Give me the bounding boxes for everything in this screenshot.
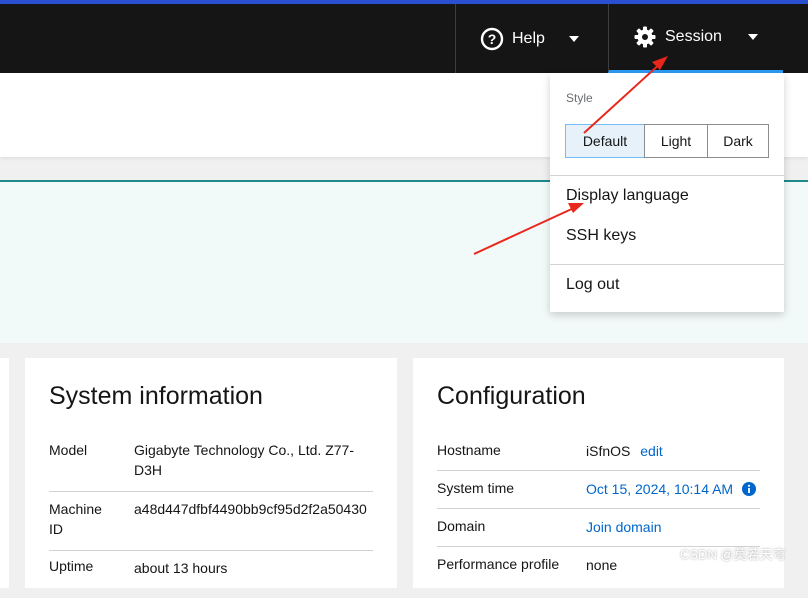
- row-value: Oct 15, 2024, 10:14 AM: [586, 480, 757, 498]
- table-row: Uptime about 13 hours: [49, 558, 373, 598]
- row-key: Hostname: [437, 442, 501, 458]
- system-information-card: System information Model Gigabyte Techno…: [25, 358, 397, 588]
- row-key: System time: [437, 480, 515, 496]
- style-option-light[interactable]: Light: [644, 124, 708, 158]
- card-title: Configuration: [437, 382, 586, 410]
- ssh-keys-menu-item[interactable]: SSH keys: [566, 227, 636, 245]
- chevron-down-icon: [568, 35, 579, 42]
- top-bar: ? Help Session: [0, 0, 808, 73]
- row-key: Performance profile: [437, 556, 560, 572]
- watermark: CSDN @莫若天穹: [680, 547, 786, 562]
- table-row: Hostname iSfnOS edit: [437, 442, 760, 471]
- info-icon[interactable]: [742, 482, 757, 496]
- divider: [550, 175, 784, 176]
- row-key: Domain: [437, 518, 486, 534]
- help-icon: ?: [480, 27, 504, 50]
- session-label: Session: [665, 28, 722, 45]
- row-key: Model: [49, 442, 88, 458]
- card-title: System information: [49, 382, 263, 410]
- style-option-dark[interactable]: Dark: [707, 124, 769, 158]
- log-out-menu-item[interactable]: Log out: [566, 276, 619, 294]
- row-key: Uptime: [49, 558, 94, 574]
- system-time-link[interactable]: Oct 15, 2024, 10:14 AM: [586, 480, 733, 498]
- table-row: Machine ID a48d447dfbf4490bb9cf95d2f2a50…: [49, 499, 373, 551]
- hostname-value: iSfnOS: [586, 443, 631, 459]
- row-value: about 13 hours: [134, 560, 228, 576]
- style-option-default[interactable]: Default: [565, 124, 645, 158]
- chevron-down-icon: [747, 34, 758, 40]
- table-row: Domain Join domain: [437, 518, 760, 547]
- session-menu-button[interactable]: Session: [608, 4, 783, 73]
- row-key: Machine ID: [49, 501, 102, 537]
- hostname-edit-link[interactable]: edit: [640, 443, 663, 459]
- help-label: Help: [512, 29, 545, 47]
- left-card: [0, 358, 9, 588]
- row-value: Gigabyte Technology Co., Ltd. Z77-D3H: [134, 442, 354, 478]
- join-domain-link[interactable]: Join domain: [586, 518, 662, 536]
- help-menu-button[interactable]: ? Help: [455, 4, 608, 73]
- display-language-menu-item[interactable]: Display language: [566, 187, 689, 205]
- style-label: Style: [566, 91, 593, 105]
- row-value: a48d447dfbf4490bb9cf95d2f2a50430: [134, 501, 367, 517]
- svg-text:?: ?: [488, 31, 497, 47]
- table-row: Model Gigabyte Technology Co., Ltd. Z77-…: [49, 440, 373, 492]
- divider: [550, 264, 784, 265]
- session-dropdown-menu: Style Default Light Dark Display languag…: [550, 73, 784, 312]
- row-value: iSfnOS edit: [586, 442, 663, 460]
- row-value: none: [586, 557, 618, 573]
- table-row: System time Oct 15, 2024, 10:14 AM: [437, 480, 760, 509]
- gear-icon: [634, 26, 656, 48]
